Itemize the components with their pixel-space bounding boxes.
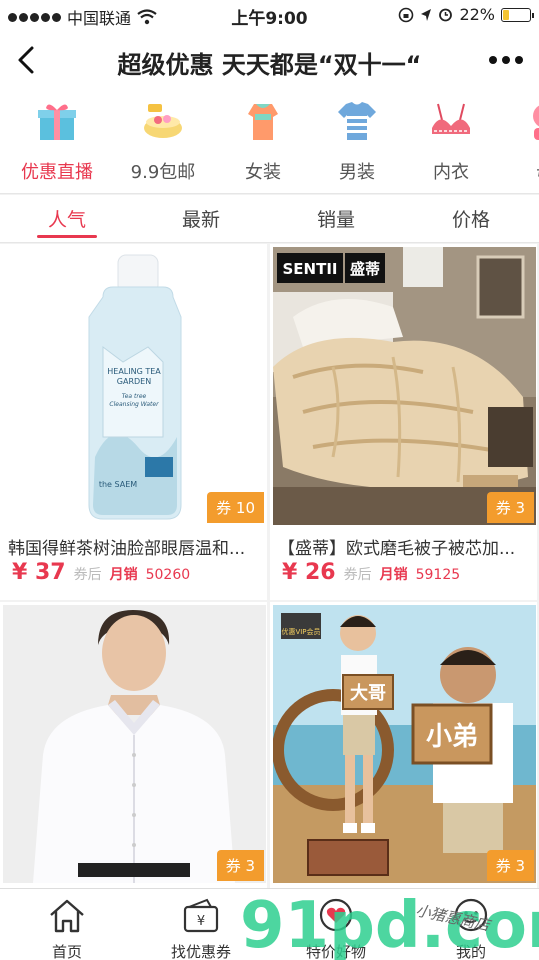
product-image: 券 3 — [3, 605, 266, 883]
active-tab-indicator — [37, 235, 97, 238]
more-options-icon[interactable] — [489, 56, 523, 64]
price: ¥ 37 — [12, 560, 66, 585]
brand-logo: SENTII — [283, 260, 338, 278]
product-image: 优惠VIP会员 大哥 小弟 券 3 — [273, 605, 536, 883]
category-label: 优惠直播 — [21, 162, 93, 183]
basket-icon — [144, 104, 182, 138]
tab-sales[interactable]: 销量 — [269, 205, 403, 232]
product-title: 【盛蒂】欧式磨毛被子被芯加... — [278, 539, 516, 559]
price-note: 券后 — [73, 567, 102, 583]
monthly-sales-label: 月销 — [109, 567, 138, 583]
battery-level — [503, 9, 509, 20]
location-icon — [421, 8, 432, 21]
bottle-text: HEALING TEA — [107, 367, 161, 376]
heart-icon — [319, 898, 353, 932]
category-bar: 优惠直播 9.9包邮 女装 男装 内衣 母 — [0, 90, 539, 194]
bottle-text: GARDEN — [117, 377, 151, 386]
monthly-sales-label: 月销 — [379, 567, 408, 583]
tab-me[interactable]: 我的 — [404, 897, 538, 960]
rotation-lock-icon — [399, 7, 414, 22]
category-item-baby[interactable]: 母 — [490, 98, 539, 184]
product-card[interactable]: 优惠VIP会员 大哥 小弟 券 3 — [270, 602, 537, 888]
product-card[interactable]: 券 3 — [0, 602, 267, 888]
product-image: SENTII 盛蒂 券 3 — [273, 247, 536, 525]
tab-newest[interactable]: 最新 — [134, 205, 268, 232]
tab-label: 首页 — [51, 943, 82, 960]
coupon-badge: 券 3 — [486, 492, 534, 523]
bottle-text: Tea tree — [122, 393, 147, 400]
battery-percent: 22% — [459, 5, 495, 24]
category-label: 母 — [490, 158, 539, 184]
status-bar: 中国联通 上午9:00 22% — [0, 0, 539, 30]
product-card[interactable]: HEALING TEA GARDEN Tea tree Cleansing Wa… — [0, 244, 267, 600]
tab-bar: 首页 ¥ 找优惠券 特价好物 我的 — [0, 888, 539, 960]
nav-bar: 超级优惠 天天都是“双十一“ — [0, 30, 539, 90]
battery-icon — [501, 7, 534, 22]
home-icon — [50, 899, 84, 933]
alarm-icon — [439, 8, 453, 22]
price: ¥ 26 — [282, 560, 336, 585]
back-arrow-icon[interactable] — [12, 44, 42, 76]
coupon-badge: 券 10 — [207, 492, 264, 523]
monthly-sales: 59125 — [415, 567, 461, 583]
womens-top-icon — [248, 104, 278, 140]
tab-find-coupons[interactable]: ¥ 找优惠券 — [134, 897, 268, 960]
price-note: 券后 — [343, 567, 372, 583]
coupon-wallet-icon: ¥ — [183, 898, 219, 933]
tab-home[interactable]: 首页 — [0, 897, 134, 960]
baby-icon — [533, 105, 539, 140]
price-row: ¥ 37 券后 月销 50260 — [12, 560, 190, 585]
tab-label: 我的 — [455, 943, 486, 960]
tab-label: 特价好物 — [305, 943, 366, 960]
gift-box-icon — [38, 104, 76, 140]
tab-label: 找优惠券 — [170, 943, 231, 960]
coupon-badge: 券 3 — [486, 850, 534, 881]
sort-tabs: 人气 最新 销量 价格 — [0, 195, 539, 243]
tab-price[interactable]: 价格 — [404, 205, 538, 232]
bra-icon — [432, 103, 470, 134]
bottle-text: Cleansing Water — [109, 401, 159, 408]
brand-text: the SAEM — [99, 480, 137, 489]
brand-logo-cn: 盛蒂 — [350, 260, 380, 278]
user-icon — [454, 898, 488, 932]
tab-specials[interactable]: 特价好物 — [269, 897, 403, 960]
product-title: 韩国得鲜茶树油脸部眼唇温和... — [8, 539, 246, 559]
vip-badge: 优惠VIP会员 — [281, 627, 320, 636]
product-image: HEALING TEA GARDEN Tea tree Cleansing Wa… — [3, 247, 266, 525]
tab-popularity[interactable]: 人气 — [0, 205, 134, 232]
sign-text: 小弟 — [426, 722, 478, 752]
coupon-badge: 券 3 — [216, 850, 264, 881]
category-label: 9.9包邮 — [130, 162, 196, 183]
monthly-sales: 50260 — [145, 567, 191, 583]
page-title: 超级优惠 天天都是“双十一“ — [117, 51, 422, 79]
svg-text:¥: ¥ — [197, 914, 205, 929]
category-item-live-deals[interactable]: 优惠直播 — [2, 98, 112, 184]
sign-text: 大哥 — [350, 682, 386, 704]
mens-tshirt-icon — [338, 102, 376, 140]
price-row: ¥ 26 券后 月销 59125 — [282, 560, 460, 585]
product-card[interactable]: SENTII 盛蒂 券 3 【盛蒂】欧式磨毛被子被芯加... ¥ 26 券后 月… — [270, 244, 537, 600]
category-item-free-shipping[interactable]: 9.9包邮 — [108, 98, 218, 184]
